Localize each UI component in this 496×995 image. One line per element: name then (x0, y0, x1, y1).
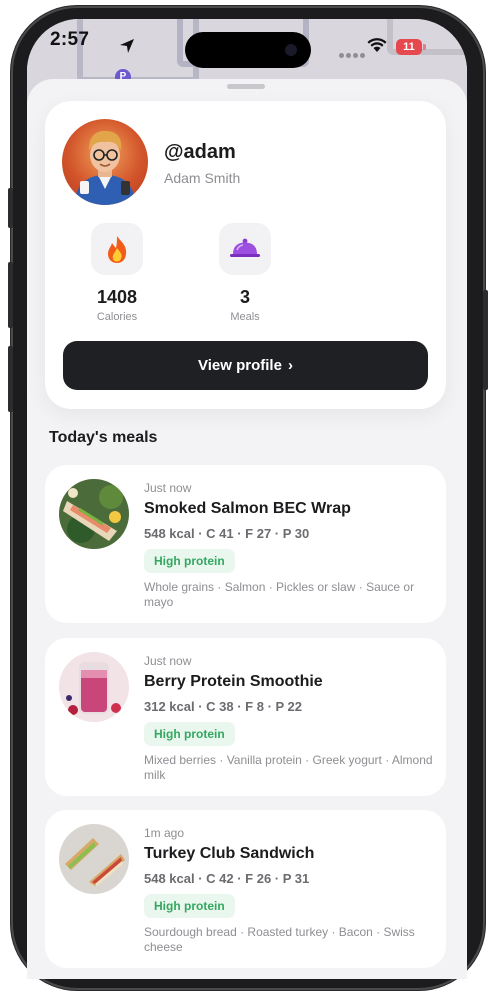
meal-time: 1m ago (144, 826, 185, 840)
view-profile-button[interactable]: View profile › (63, 341, 428, 390)
wifi-icon (367, 38, 387, 52)
volume-down-button (8, 346, 13, 412)
meal-ingredients: Mixed berries · Vanilla protein · Greek … (144, 753, 433, 782)
meal-time: Just now (144, 481, 192, 495)
meal-card[interactable]: Just now Berry Protein Smoothie 312 kcal… (45, 638, 446, 796)
battery-cap (423, 44, 426, 50)
meal-macros: 548 kcal · C 42 · F 26 · P 31 (144, 871, 310, 886)
power-button (483, 290, 488, 390)
meal-name: Smoked Salmon BEC Wrap (144, 500, 351, 517)
meals-value: 3 (239, 287, 250, 307)
cloche-icon (219, 223, 271, 275)
status-time: 2:57 (50, 29, 90, 50)
action-button (8, 188, 13, 228)
calories-stat: 1408 Calories (72, 223, 162, 323)
meal-card[interactable]: 1m ago Turkey Club Sandwich 548 kcal · C… (45, 810, 446, 968)
avatar-illustration (74, 130, 136, 205)
meal-name: Berry Protein Smoothie (144, 673, 323, 690)
meal-name: Turkey Club Sandwich (144, 845, 315, 862)
signal-icon (339, 45, 367, 63)
meal-macros: 548 kcal · C 41 · F 27 · P 30 (144, 526, 310, 541)
chevron-right-icon: › (287, 357, 293, 374)
meal-photo-wrap (59, 824, 129, 894)
view-profile-label: View profile (198, 357, 282, 374)
dynamic-island (185, 32, 311, 68)
section-title: Today's meals (49, 429, 158, 446)
meal-photo-wrap (59, 652, 129, 722)
profile-card: @adam Adam Smith 1408 Calories 3 Meals V… (45, 101, 446, 409)
location-arrow-icon (120, 39, 134, 53)
high-protein-badge: High protein (144, 549, 235, 573)
high-protein-badge: High protein (144, 894, 235, 918)
calories-value: 1408 (96, 287, 138, 307)
meals-label: Meals (230, 311, 260, 323)
meal-ingredients: Whole grains · Salmon · Pickles or slaw … (144, 580, 415, 609)
high-protein-badge: High protein (144, 722, 235, 746)
meal-card[interactable]: Just now Smoked Salmon BEC Wrap 548 kcal… (45, 465, 446, 623)
calories-label: Calories (96, 311, 138, 323)
avatar[interactable] (62, 119, 148, 205)
meals-stat: 3 Meals (200, 223, 290, 323)
meal-photo-wrap (59, 479, 129, 549)
meal-time: Just now (144, 654, 192, 668)
battery-indicator: 11 (396, 39, 422, 55)
flame-icon (91, 223, 143, 275)
profile-name: Adam Smith (164, 170, 241, 186)
meal-ingredients: Sourdough bread · Roasted turkey · Bacon… (144, 925, 415, 954)
sheet-grabber[interactable] (227, 84, 265, 89)
profile-handle: @adam (164, 141, 236, 163)
meal-macros: 312 kcal · C 38 · F 8 · P 22 (144, 699, 303, 714)
bottom-sheet: @adam Adam Smith 1408 Calories 3 Meals V… (27, 79, 467, 979)
volume-up-button (8, 262, 13, 328)
